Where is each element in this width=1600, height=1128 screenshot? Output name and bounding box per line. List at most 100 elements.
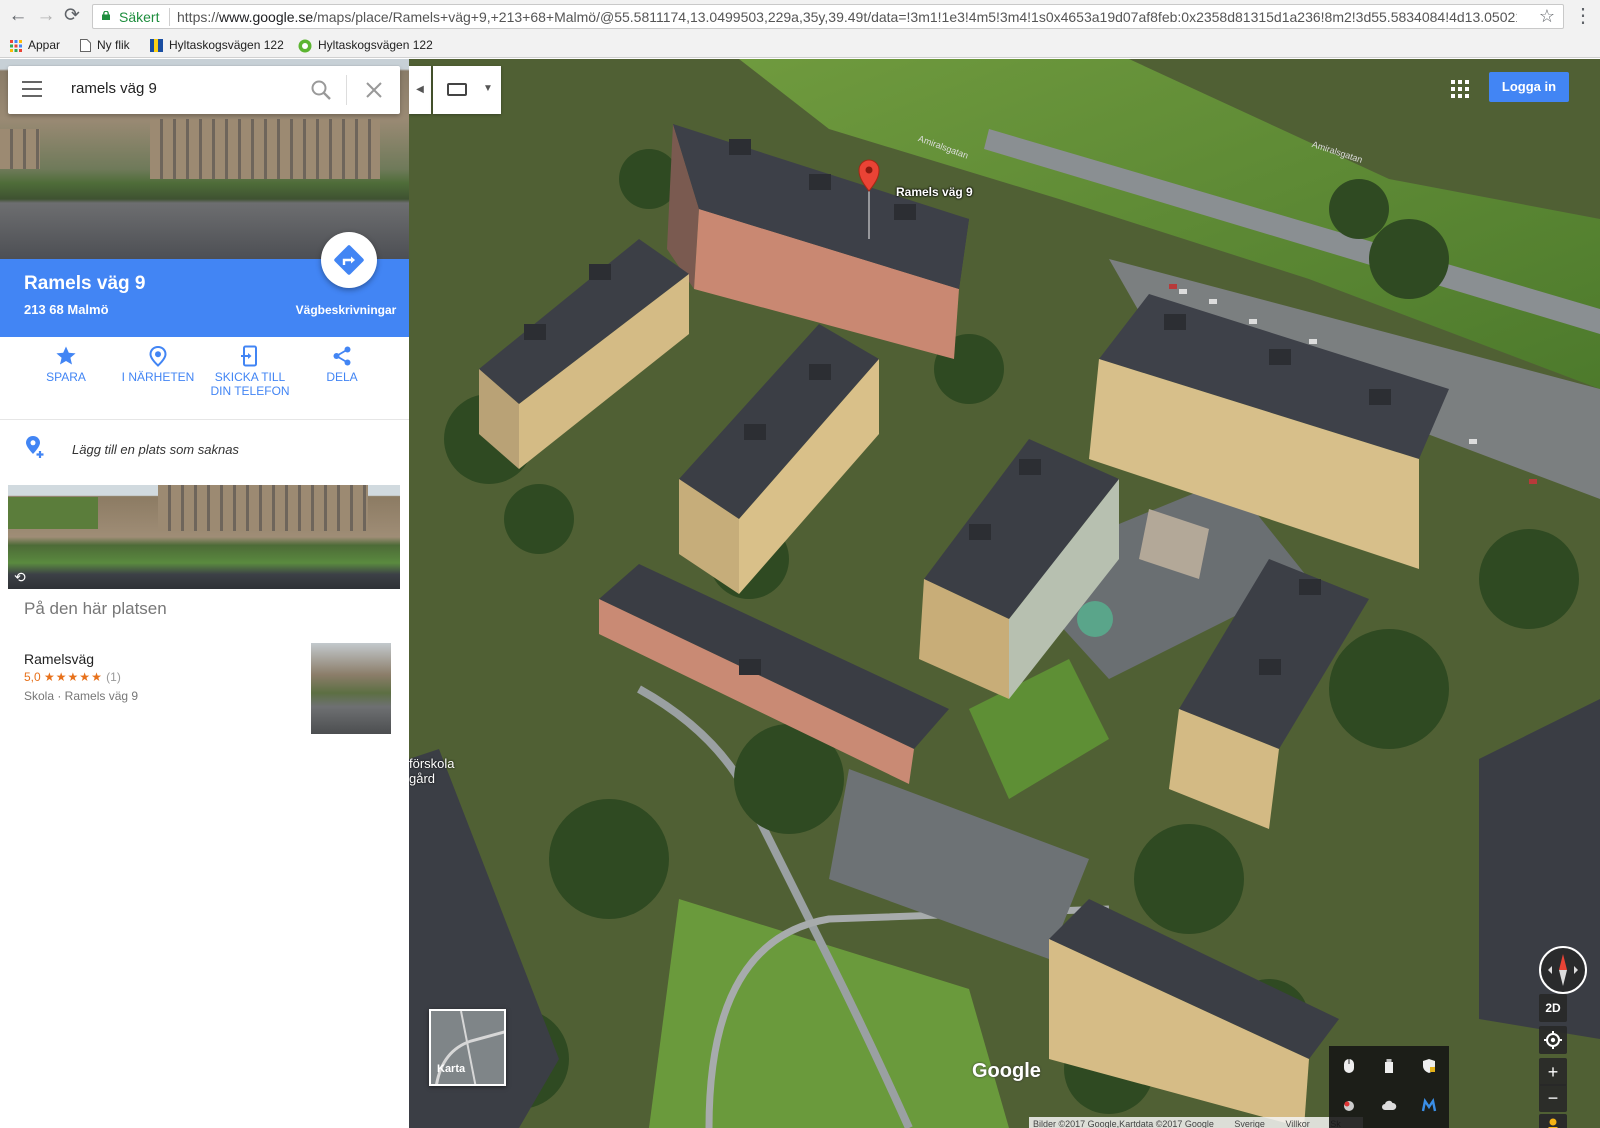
chevron-down-icon: ▼ [483, 83, 493, 94]
satellite-map[interactable]: ◀ ▼ Amiralsgatan Amiralsgatan Ramels väg… [409, 59, 1600, 1128]
url-path: /maps/place/Ramels+väg+9,+213+68+Malmö/@… [313, 9, 1517, 25]
bookmark-apps[interactable]: Appar [10, 37, 60, 53]
bookmark-label: Ny flik [97, 38, 130, 52]
place-panel: ramels väg 9 Ramels väg 9 213 68 Malmö V… [0, 59, 409, 1128]
cloud-icon[interactable] [1381, 1098, 1397, 1114]
photo-building [0, 129, 40, 169]
mouse-icon[interactable] [1341, 1058, 1357, 1074]
apps-grid-icon [10, 39, 22, 52]
bookmarks-bar: Appar Ny flik Hyltaskogsvägen 122 Hyltas… [0, 32, 1600, 58]
send-to-phone-label: SKICKA TILL DIN TELEFON [210, 370, 290, 398]
security-shield-icon[interactable] [1421, 1058, 1437, 1074]
action-row: SPARA I NÄRHETEN SKICKA TILL DIN TELEFON… [0, 337, 409, 420]
share-label: DELA [326, 370, 358, 384]
directions-icon [334, 245, 364, 275]
save-button[interactable]: SPARA [20, 337, 112, 420]
street-view-thumbnail[interactable]: ⟲ [8, 485, 400, 589]
directions-label[interactable]: Vägbeskrivningar [286, 303, 406, 317]
url-host: www.google.se [219, 9, 314, 25]
reload-icon[interactable]: ⟳ [60, 4, 84, 28]
pegman-icon[interactable] [1539, 1114, 1567, 1128]
add-place-label: Lägg till en plats som saknas [72, 442, 239, 457]
collapse-panel-button[interactable]: ◀ [409, 66, 431, 114]
star-icon [56, 346, 76, 365]
bookmark-star-icon[interactable]: ☆ [1539, 6, 1555, 27]
malwarebytes-icon[interactable] [1421, 1098, 1437, 1114]
nearby-label: I NÄRHETEN [121, 370, 195, 384]
system-tray-popup [1329, 1046, 1449, 1128]
google-apps-icon[interactable] [1451, 80, 1469, 98]
bookmark-hyltaskogsvagen-1[interactable]: Hyltaskogsvägen 122 [150, 37, 284, 53]
bookmark-label: Appar [28, 38, 61, 52]
place-header: Ramels väg 9 213 68 Malmö Vägbeskrivning… [0, 232, 409, 337]
my-location-button[interactable] [1539, 1026, 1567, 1054]
search-input[interactable]: ramels väg 9 [71, 80, 157, 97]
close-icon[interactable] [364, 80, 384, 100]
google-logo: Google [972, 1060, 1041, 1082]
forward-arrow-icon[interactable]: → [34, 4, 58, 28]
directions-button[interactable] [321, 232, 377, 288]
share-button[interactable]: DELA [296, 337, 388, 420]
compass-control[interactable] [1539, 946, 1587, 994]
browser-toolbar: ← → ⟳ Säkert https://www.google.se/maps/… [0, 0, 1600, 32]
map-poi-label-line: förskola [409, 756, 455, 771]
place-address: 213 68 Malmö [24, 302, 109, 317]
menu-icon[interactable] [22, 81, 42, 99]
photo-trees [8, 497, 98, 529]
url-text: https://www.google.se/maps/place/Ramels+… [177, 9, 1517, 25]
send-to-phone-button[interactable]: SKICKA TILL DIN TELEFON [204, 337, 296, 420]
add-missing-place[interactable]: Lägg till en plats som saknas [0, 421, 409, 481]
nearby-pin-icon [149, 345, 167, 367]
poi-photo[interactable] [311, 643, 391, 734]
flag-icon [150, 39, 163, 53]
lock-icon [102, 11, 110, 20]
photo-building [158, 485, 368, 531]
zoom-in-button[interactable]: + [1539, 1058, 1567, 1086]
bookmark-label: Hyltaskogsvägen 122 [318, 38, 433, 52]
usb-drive-icon[interactable] [1381, 1058, 1397, 1074]
2d-toggle-button[interactable]: 2D [1539, 994, 1567, 1022]
poi-name[interactable]: Ramelsväg [24, 651, 94, 667]
page-icon [80, 39, 91, 53]
network-tool-icon[interactable] [1341, 1098, 1357, 1114]
map-poi-label[interactable]: förskola gård [409, 756, 455, 786]
nearby-button[interactable]: I NÄRHETEN [112, 337, 204, 420]
sign-in-button[interactable]: Logga in [1489, 72, 1569, 102]
place-title: Ramels väg 9 [24, 273, 146, 294]
green-circle-icon [298, 39, 312, 53]
search-icon[interactable] [310, 79, 332, 101]
input-tools-button[interactable]: ▼ [433, 66, 501, 114]
save-label: SPARA [46, 370, 86, 384]
pin-label[interactable]: Ramels väg 9 [896, 185, 973, 199]
at-this-place-heading: På den här platsen [24, 599, 167, 618]
map-type-toggle[interactable]: Karta [429, 1009, 506, 1086]
attribution-country[interactable]: Sverige [1234, 1119, 1265, 1128]
my-location-icon [1544, 1031, 1562, 1049]
bookmark-hyltaskogsvagen-2[interactable]: Hyltaskogsvägen 122 [298, 37, 433, 53]
map-poi-label-line: gård [409, 771, 436, 786]
attribution-bar: Bilder ©2017 Google,Kartdata ©2017 Googl… [1029, 1117, 1363, 1128]
terms-link[interactable]: Villkor [1285, 1119, 1309, 1128]
satellite-imagery [409, 59, 1600, 1128]
address-bar[interactable]: Säkert https://www.google.se/maps/place/… [92, 4, 1564, 29]
attribution-text: Bilder ©2017 Google,Kartdata ©2017 Googl… [1033, 1119, 1214, 1128]
add-location-icon [26, 436, 44, 458]
poi-category: Skola · Ramels väg 9 [24, 689, 139, 703]
rating-value: 5,0 [24, 670, 41, 684]
rating-stars-icon: ★★★★★ [44, 670, 103, 684]
street-view-360-icon: ⟲ [14, 569, 26, 585]
poi-card[interactable]: Ramelsväg 5,0 ★★★★★ (1) Skola · Ramels v… [0, 643, 409, 751]
minimap-label: Karta [437, 1063, 466, 1075]
secure-label: Säkert [119, 9, 160, 25]
bookmark-label: Hyltaskogsvägen 122 [169, 38, 284, 52]
photo-building [150, 119, 380, 179]
compass-icon [1548, 954, 1578, 986]
poi-rating: 5,0 ★★★★★ (1) [24, 670, 121, 684]
url-prefix: https:// [177, 9, 220, 25]
browser-menu-icon[interactable]: ⋮ [1572, 4, 1594, 28]
zoom-out-button[interactable]: − [1539, 1084, 1567, 1112]
bookmark-new-tab[interactable]: Ny flik [80, 37, 130, 53]
rating-count: (1) [106, 670, 121, 684]
back-arrow-icon[interactable]: ← [6, 4, 30, 28]
keyboard-icon [447, 83, 467, 96]
